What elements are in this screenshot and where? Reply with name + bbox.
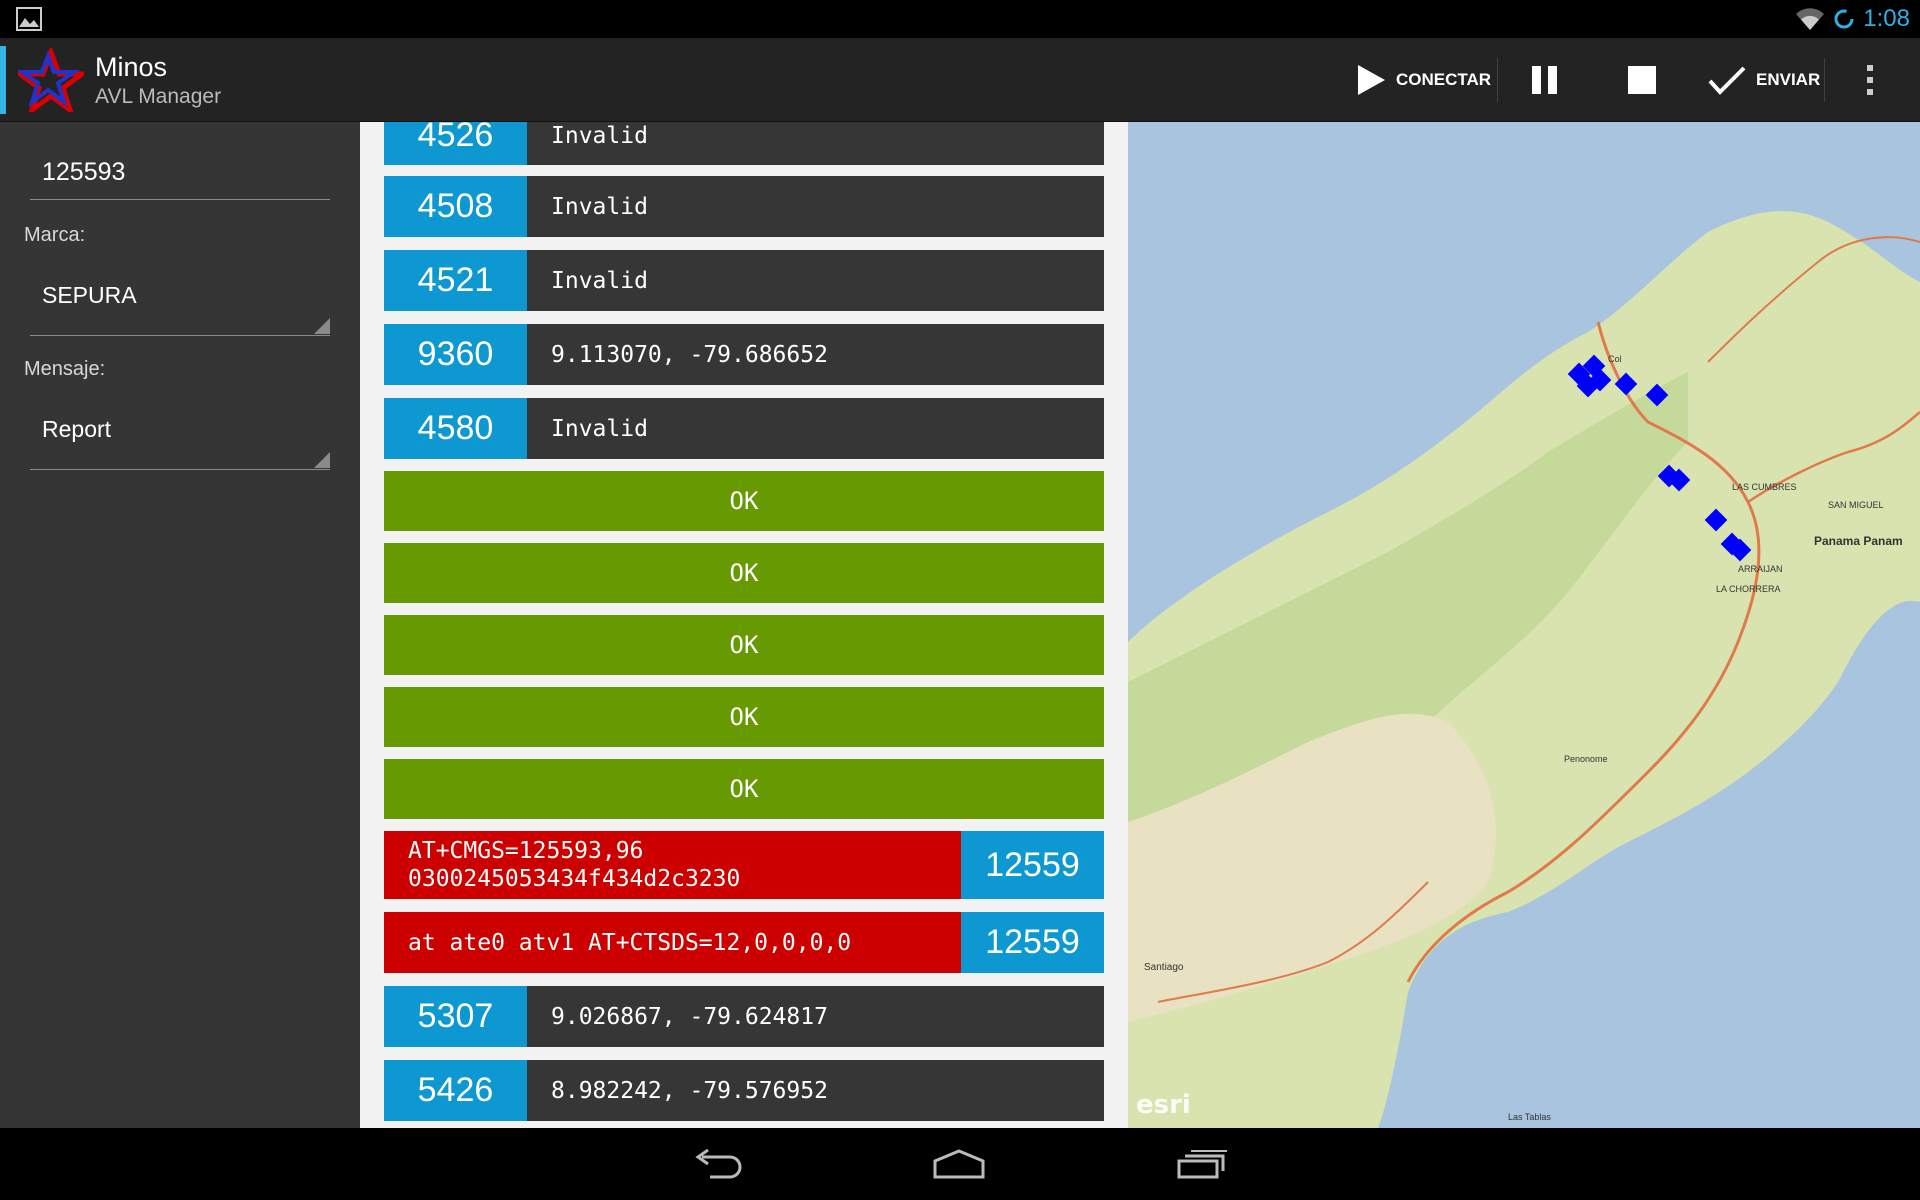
navigation-bar [0, 1128, 1920, 1200]
command-row[interactable]: AT+CMGS=125593,96 0300245053434f434d2c32… [384, 831, 1104, 899]
home-button[interactable] [924, 1138, 994, 1190]
app-logo-star-icon[interactable] [18, 48, 84, 112]
map-label: LAS CUMBRES [1732, 482, 1797, 492]
id-input-value: 125593 [42, 158, 126, 186]
pause-button[interactable] [1530, 38, 1560, 122]
ok-row[interactable]: OK [384, 543, 1104, 603]
more-vert-icon [1867, 65, 1873, 95]
brand-spinner-value: SEPURA [42, 282, 137, 308]
settings-panel: 125593 Marca: SEPURA Mensaje: Report [0, 122, 360, 1128]
map-canvas [1128, 211, 1920, 1128]
app-subtitle: AVL Manager [95, 85, 222, 108]
command-text: AT+CMGS=125593,96 0300245053434f434d2c32… [384, 831, 961, 899]
ok-text: OK [384, 471, 1104, 531]
clock: 1:08 [1863, 5, 1910, 32]
list-item[interactable]: 4508 Invalid [384, 176, 1104, 237]
position-text: 9.113070, -79.686652 [527, 324, 1104, 385]
brand-label: Marca: [24, 224, 86, 246]
map-label: SAN MIGUEL [1828, 500, 1884, 510]
list-item[interactable]: 5426 8.982242, -79.576952 [384, 1060, 1104, 1121]
back-icon [695, 1149, 742, 1179]
brand-spinner[interactable]: SEPURA [30, 282, 330, 336]
ok-row[interactable]: OK [384, 471, 1104, 531]
pause-icon [1532, 66, 1557, 94]
position-text: Invalid [527, 398, 1104, 459]
app-title: Minos [95, 52, 168, 82]
sync-icon [1834, 9, 1854, 29]
home-icon [933, 1149, 985, 1179]
connect-label: CONECTAR [1396, 70, 1492, 89]
position-text: 8.982242, -79.576952 [527, 1060, 1104, 1121]
overflow-menu-button[interactable] [1864, 38, 1876, 122]
ok-text: OK [384, 543, 1104, 603]
position-text: Invalid [527, 122, 1104, 165]
spinner-arrow-icon [314, 318, 330, 334]
recents-icon [1177, 1150, 1227, 1179]
divider [1824, 58, 1825, 102]
unit-id: 4508 [384, 176, 527, 237]
send-label: ENVIAR [1756, 70, 1821, 89]
unit-id: 5426 [384, 1060, 527, 1121]
list-item[interactable]: 4526 Invalid [384, 122, 1104, 165]
esri-attribution-logo: esri [1136, 1090, 1191, 1120]
input-underline [30, 199, 330, 200]
position-text: Invalid [527, 176, 1104, 237]
map-label: Las Tablas [1508, 1112, 1551, 1122]
up-indicator[interactable] [0, 46, 6, 114]
map-label: LA CHORRERA [1716, 584, 1781, 594]
map-label: Panama Panam [1814, 534, 1903, 548]
action-bar: Minos AVL Manager CONECTAR ENVIAR [0, 38, 1920, 122]
list-item[interactable]: 5307 9.026867, -79.624817 [384, 986, 1104, 1047]
message-spinner-value: Report [42, 416, 112, 442]
list-item[interactable]: 4521 Invalid [384, 250, 1104, 311]
recents-button[interactable] [1168, 1138, 1238, 1190]
divider [1497, 58, 1498, 102]
unit-id: 4526 [384, 122, 527, 165]
spinner-arrow-icon [314, 452, 330, 468]
ok-row[interactable]: OK [384, 615, 1104, 675]
connect-button[interactable]: CONECTAR [1356, 38, 1491, 122]
ok-text: OK [384, 687, 1104, 747]
position-text: Invalid [527, 250, 1104, 311]
command-target-id: 12559 [961, 831, 1104, 899]
list-item[interactable]: 9360 9.113070, -79.686652 [384, 324, 1104, 385]
map-view[interactable]: Col LAS CUMBRES SAN MIGUEL Panama Panam … [1128, 122, 1920, 1128]
message-label: Mensaje: [24, 358, 106, 380]
command-line: AT+CMGS=125593,96 [408, 838, 644, 864]
command-target-id: 12559 [961, 912, 1104, 973]
wifi-icon [1796, 8, 1825, 31]
unit-id: 4580 [384, 398, 527, 459]
gallery-notification-icon [16, 7, 42, 31]
map-label: Santiago [1144, 962, 1184, 973]
command-line: at ate0 atv1 AT+CTSDS=12,0,0,0,0 [408, 929, 852, 956]
map-label: Col [1608, 354, 1622, 364]
command-line: 0300245053434f434d2c3230 [408, 866, 741, 892]
message-spinner[interactable]: Report [30, 416, 330, 470]
ok-row[interactable]: OK [384, 759, 1104, 819]
check-icon [1708, 66, 1746, 95]
unit-id: 4521 [384, 250, 527, 311]
unit-id: 5307 [384, 986, 527, 1047]
spinner-underline [30, 335, 330, 336]
spinner-underline [30, 469, 330, 470]
ok-text: OK [384, 759, 1104, 819]
message-list[interactable]: 4526 Invalid 4508 Invalid 4521 Invalid 9… [360, 122, 1128, 1128]
back-button[interactable] [681, 1138, 751, 1190]
stop-button[interactable] [1627, 38, 1657, 122]
map-label: ARRAIJAN [1738, 564, 1783, 574]
command-text: at ate0 atv1 AT+CTSDS=12,0,0,0,0 [384, 912, 961, 973]
play-icon [1358, 65, 1385, 95]
ok-text: OK [384, 615, 1104, 675]
send-button[interactable]: ENVIAR [1708, 38, 1820, 122]
map-label: Penonome [1564, 754, 1608, 764]
list-item[interactable]: 4580 Invalid [384, 398, 1104, 459]
ok-row[interactable]: OK [384, 687, 1104, 747]
stop-icon [1628, 66, 1656, 94]
id-input[interactable]: 125593 [30, 158, 330, 200]
position-text: 9.026867, -79.624817 [527, 986, 1104, 1047]
unit-id: 9360 [384, 324, 527, 385]
status-bar: 1:08 [0, 0, 1920, 38]
command-row[interactable]: at ate0 atv1 AT+CTSDS=12,0,0,0,0 12559 [384, 912, 1104, 973]
